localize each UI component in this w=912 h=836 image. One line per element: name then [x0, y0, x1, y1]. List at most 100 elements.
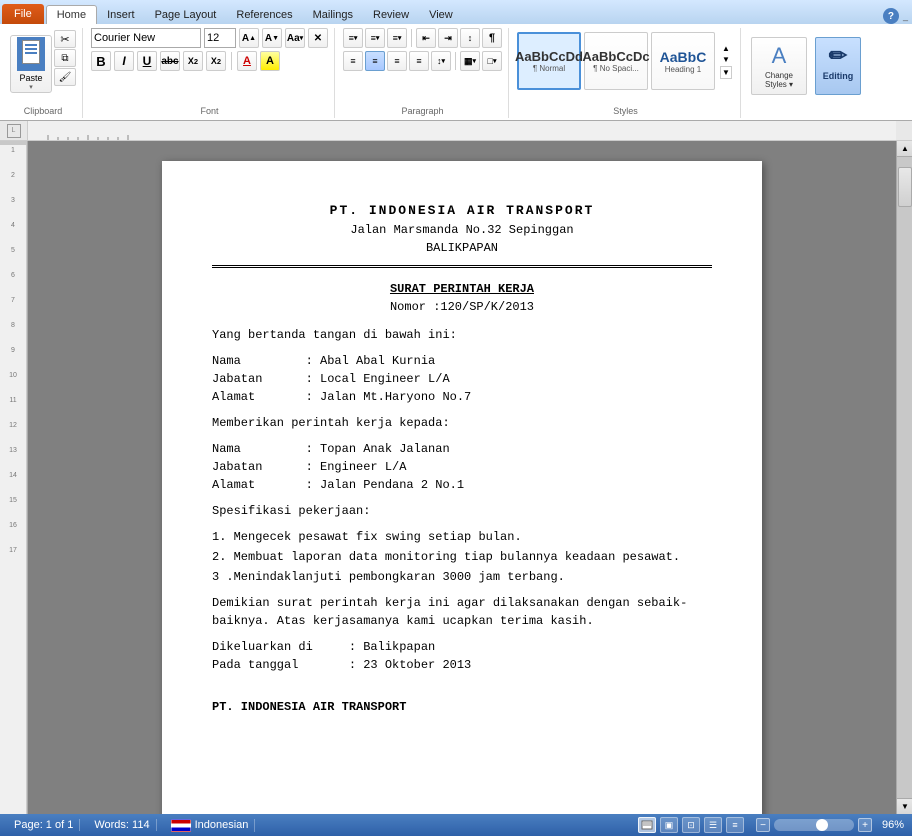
- words-status: Words: 114: [88, 819, 156, 831]
- language-status: Indonesian: [165, 819, 256, 832]
- borders-button[interactable]: □▾: [482, 51, 502, 71]
- tab-references[interactable]: References: [226, 6, 302, 24]
- document-area: 1234567891011121314151617 PT. INDONESIA …: [0, 141, 912, 814]
- p2-jabatan: Jabatan : Engineer L/A: [212, 458, 712, 476]
- right-group: A ChangeStyles ▾ ✏ Editing: [743, 28, 869, 118]
- header-divider: [212, 265, 712, 268]
- increase-indent-button[interactable]: ⇥: [438, 28, 458, 48]
- company-address: Jalan Marsmanda No.32 Sepinggan: [212, 221, 712, 239]
- decrease-indent-button[interactable]: ⇤: [416, 28, 436, 48]
- align-left-button[interactable]: ≡: [343, 51, 363, 71]
- copy-button[interactable]: ⧉: [54, 49, 76, 67]
- strikethrough-button[interactable]: abc: [160, 51, 180, 71]
- shading-button[interactable]: ▦▾: [460, 51, 480, 71]
- company-name: PT. INDONESIA AIR TRANSPORT: [212, 201, 712, 221]
- page-status-text: Page: 1 of 1: [14, 819, 73, 831]
- subscript-button[interactable]: X2: [183, 51, 203, 71]
- clear-format-button[interactable]: ✕: [308, 28, 328, 48]
- increase-font-button[interactable]: A▲: [239, 28, 259, 48]
- minimize-icon[interactable]: _: [903, 11, 908, 21]
- align-right-button[interactable]: ≡: [387, 51, 407, 71]
- style-no-spacing-label: ¶ No Spaci...: [593, 64, 639, 73]
- p2-alamat: Alamat : Jalan Pendana 2 No.1: [212, 476, 712, 494]
- spesifikasi-header: Spesifikasi pekerjaan:: [212, 502, 712, 520]
- scrollbar-track: [897, 157, 912, 798]
- status-right: ▣ ⊡ ☰ ≡ − + 96%: [638, 817, 904, 833]
- words-status-text: Words: 114: [94, 819, 149, 831]
- show-marks-button[interactable]: ¶: [482, 28, 502, 48]
- footer-section: PT. INDONESIA AIR TRANSPORT: [212, 698, 712, 716]
- vertical-ruler: 1234567891011121314151617: [0, 141, 28, 814]
- web-view-button[interactable]: ⊡: [682, 817, 700, 833]
- multilevel-button[interactable]: ≡▾: [387, 28, 407, 48]
- tab-page-layout[interactable]: Page Layout: [145, 6, 227, 24]
- full-screen-button[interactable]: ▣: [660, 817, 678, 833]
- print-view-button[interactable]: [638, 817, 656, 833]
- bold-button[interactable]: B: [91, 51, 111, 71]
- justify-button[interactable]: ≡: [409, 51, 429, 71]
- tab-view[interactable]: View: [419, 6, 463, 24]
- change-case-button[interactable]: Aa▾: [285, 28, 305, 48]
- language-flag-icon: [171, 819, 191, 832]
- ruler-right: [896, 121, 912, 140]
- align-center-button[interactable]: ≡: [365, 51, 385, 71]
- decrease-font-button[interactable]: A▼: [262, 28, 282, 48]
- language-text: Indonesian: [195, 819, 249, 831]
- cut-button[interactable]: ✂: [54, 30, 76, 48]
- bullets-button[interactable]: ≡▾: [343, 28, 363, 48]
- zoom-plus-button[interactable]: +: [858, 818, 872, 832]
- tab-review[interactable]: Review: [363, 6, 419, 24]
- change-styles-button[interactable]: A ChangeStyles ▾: [751, 37, 807, 95]
- styles-arrow[interactable]: ▲ ▼ ▼: [718, 44, 734, 79]
- font-name-input[interactable]: [91, 28, 201, 48]
- zoom-thumb[interactable]: [816, 819, 828, 831]
- ribbon-tabs: File Home Insert Page Layout References …: [0, 0, 912, 24]
- highlight-button[interactable]: A: [260, 51, 280, 71]
- font-size-input[interactable]: [204, 28, 236, 48]
- sp2-item: 2. Membuat laporan data monitoring tiap …: [212, 548, 712, 566]
- page-header: PT. INDONESIA AIR TRANSPORT Jalan Marsma…: [212, 201, 712, 257]
- outline-view-button[interactable]: ☰: [704, 817, 722, 833]
- tanggal-row: Pada tanggal : 23 Oktober 2013: [212, 656, 712, 674]
- scrollbar-down-button[interactable]: ▼: [897, 798, 912, 814]
- styles-label: Styles: [511, 106, 740, 116]
- p1-jabatan: Jabatan : Local Engineer L/A: [212, 370, 712, 388]
- superscript-button[interactable]: X2: [206, 51, 226, 71]
- style-no-spacing-button[interactable]: AaBbCcDc ¶ No Spaci...: [584, 32, 648, 90]
- horizontal-ruler: [28, 121, 896, 140]
- tab-mailings[interactable]: Mailings: [303, 6, 363, 24]
- zoom-control: − + 96%: [756, 818, 904, 832]
- ruler-corner[interactable]: L: [7, 124, 21, 138]
- numbering-button[interactable]: ≡▾: [365, 28, 385, 48]
- font-color-button[interactable]: A: [237, 51, 257, 71]
- scrollbar-thumb[interactable]: [898, 167, 912, 207]
- help-icon[interactable]: ?: [883, 8, 899, 24]
- sort-button[interactable]: ↕: [460, 28, 480, 48]
- location-info: Dikeluarkan di : Balikpapan Pada tanggal…: [212, 638, 712, 674]
- status-bar: Page: 1 of 1 Words: 114 Indonesian ▣ ⊡ ☰…: [0, 814, 912, 836]
- surat-title: SURAT PERINTAH KERJA: [212, 280, 712, 298]
- greeting-para: Yang bertanda tangan di bawah ini:: [212, 326, 712, 344]
- scrollbar-up-button[interactable]: ▲: [897, 141, 912, 157]
- tab-home[interactable]: Home: [46, 5, 97, 24]
- line-spacing-button[interactable]: ↕▾: [431, 51, 451, 71]
- document-content: Yang bertanda tangan di bawah ini: Nama …: [212, 326, 712, 716]
- zoom-minus-button[interactable]: −: [756, 818, 770, 832]
- style-normal-button[interactable]: AaBbCcDd ¶ Normal: [517, 32, 581, 90]
- tab-file[interactable]: File: [2, 4, 44, 24]
- tab-insert[interactable]: Insert: [97, 6, 145, 24]
- underline-button[interactable]: U: [137, 51, 157, 71]
- paste-button[interactable]: Paste ▾: [10, 35, 52, 93]
- style-heading1-button[interactable]: AaBbC Heading 1: [651, 32, 715, 90]
- paragraph-group: ≡▾ ≡▾ ≡▾ ⇤ ⇥ ↕ ¶ ≡ ≡ ≡ ≡ ↕▾ ▦▾ □▾ Paragr…: [337, 28, 509, 118]
- style-heading1-label: Heading 1: [665, 65, 701, 74]
- zoom-level-text: 96%: [876, 819, 904, 831]
- vertical-scrollbar: ▲ ▼: [896, 141, 912, 814]
- italic-button[interactable]: I: [114, 51, 134, 71]
- zoom-slider[interactable]: [774, 819, 854, 831]
- draft-view-button[interactable]: ≡: [726, 817, 744, 833]
- ruler-area: L: [0, 121, 912, 141]
- font-label: Font: [85, 106, 334, 116]
- ribbon: Paste ▾ ✂ ⧉ 🖌 Clipboard: [0, 24, 912, 121]
- format-painter-button[interactable]: 🖌: [54, 68, 76, 86]
